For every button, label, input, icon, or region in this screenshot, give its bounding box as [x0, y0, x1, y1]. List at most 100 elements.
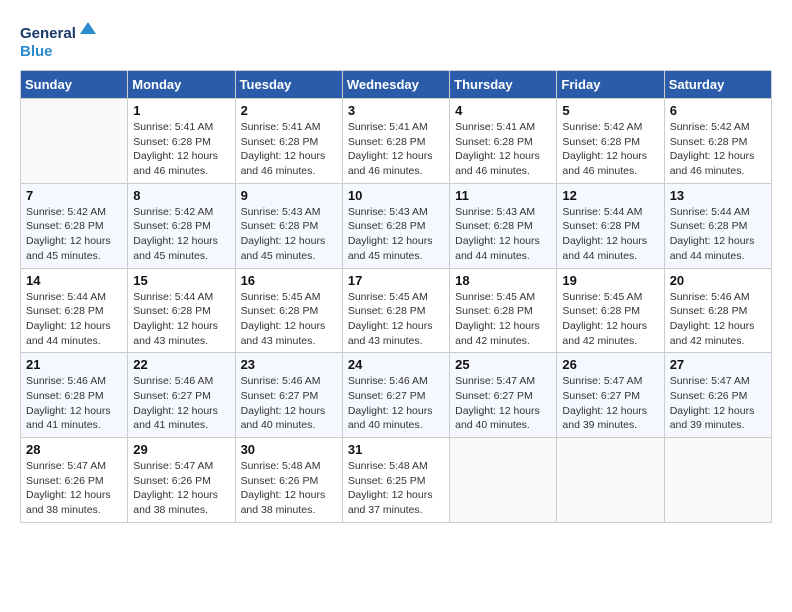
logo: General Blue — [20, 20, 100, 62]
day-info: Sunrise: 5:45 AMSunset: 6:28 PMDaylight:… — [562, 290, 658, 349]
calendar-header-wednesday: Wednesday — [342, 71, 449, 99]
calendar-day-cell: 5 Sunrise: 5:42 AMSunset: 6:28 PMDaylight… — [557, 99, 664, 184]
day-number: 8 — [133, 188, 229, 203]
calendar-week-row: 7 Sunrise: 5:42 AMSunset: 6:28 PMDaylight… — [21, 183, 772, 268]
day-number: 2 — [241, 103, 337, 118]
calendar-day-cell: 29 Sunrise: 5:47 AMSunset: 6:26 PMDayligh… — [128, 438, 235, 523]
calendar-day-cell: 26 Sunrise: 5:47 AMSunset: 6:27 PMDayligh… — [557, 353, 664, 438]
calendar-day-cell: 4Sunrise: 5:41 AMSunset: 6:28 PMDaylight… — [450, 99, 557, 184]
calendar-day-cell: 12 Sunrise: 5:44 AMSunset: 6:28 PMDayligh… — [557, 183, 664, 268]
day-number: 20 — [670, 273, 766, 288]
calendar-day-cell: 3 Sunrise: 5:41 AMSunset: 6:28 PMDaylight… — [342, 99, 449, 184]
day-info: Sunrise: 5:47 AMSunset: 6:26 PMDaylight:… — [133, 459, 229, 518]
day-info: Sunrise: 5:47 AMSunset: 6:26 PMDaylight:… — [670, 374, 766, 433]
day-info: Sunrise: 5:43 AMSunset: 6:28 PMDaylight:… — [241, 205, 337, 264]
day-info: Sunrise: 5:47 AMSunset: 6:26 PMDaylight:… — [26, 459, 122, 518]
day-info: Sunrise: 5:45 AMSunset: 6:28 PMDaylight:… — [241, 290, 337, 349]
day-info: Sunrise: 5:44 AMSunset: 6:28 PMDaylight:… — [562, 205, 658, 264]
calendar-day-cell: 31Sunrise: 5:48 AMSunset: 6:25 PMDayligh… — [342, 438, 449, 523]
day-info: Sunrise: 5:45 AMSunset: 6:28 PMDaylight:… — [348, 290, 444, 349]
day-number: 28 — [26, 442, 122, 457]
calendar-day-cell: 7 Sunrise: 5:42 AMSunset: 6:28 PMDaylight… — [21, 183, 128, 268]
svg-text:Blue: Blue — [20, 43, 53, 60]
day-info: Sunrise: 5:47 AMSunset: 6:27 PMDaylight:… — [562, 374, 658, 433]
day-number: 23 — [241, 357, 337, 372]
day-info: Sunrise: 5:42 AMSunset: 6:28 PMDaylight:… — [562, 120, 658, 179]
day-number: 3 — [348, 103, 444, 118]
day-info: Sunrise: 5:46 AMSunset: 6:27 PMDaylight:… — [133, 374, 229, 433]
day-number: 13 — [670, 188, 766, 203]
calendar-day-cell: 11 Sunrise: 5:43 AMSunset: 6:28 PMDayligh… — [450, 183, 557, 268]
calendar-day-cell: 18Sunrise: 5:45 AMSunset: 6:28 PMDayligh… — [450, 268, 557, 353]
day-number: 11 — [455, 188, 551, 203]
calendar-day-cell: 8 Sunrise: 5:42 AMSunset: 6:28 PMDaylight… — [128, 183, 235, 268]
calendar-day-cell: 10Sunrise: 5:43 AMSunset: 6:28 PMDayligh… — [342, 183, 449, 268]
calendar-day-cell: 17 Sunrise: 5:45 AMSunset: 6:28 PMDayligh… — [342, 268, 449, 353]
calendar-day-cell: 13Sunrise: 5:44 AMSunset: 6:28 PMDayligh… — [664, 183, 771, 268]
svg-text:General: General — [20, 25, 76, 42]
calendar-day-cell: 27 Sunrise: 5:47 AMSunset: 6:26 PMDayligh… — [664, 353, 771, 438]
calendar-day-cell — [664, 438, 771, 523]
calendar-header-tuesday: Tuesday — [235, 71, 342, 99]
calendar-day-cell: 24 Sunrise: 5:46 AMSunset: 6:27 PMDayligh… — [342, 353, 449, 438]
calendar-day-cell: 25Sunrise: 5:47 AMSunset: 6:27 PMDayligh… — [450, 353, 557, 438]
day-info: Sunrise: 5:46 AMSunset: 6:28 PMDaylight:… — [670, 290, 766, 349]
calendar-header-row: SundayMondayTuesdayWednesdayThursdayFrid… — [21, 71, 772, 99]
day-number: 18 — [455, 273, 551, 288]
day-number: 24 — [348, 357, 444, 372]
day-number: 14 — [26, 273, 122, 288]
day-number: 27 — [670, 357, 766, 372]
page-header: General Blue — [20, 20, 772, 62]
day-info: Sunrise: 5:47 AMSunset: 6:27 PMDaylight:… — [455, 374, 551, 433]
day-info: Sunrise: 5:41 AMSunset: 6:28 PMDaylight:… — [133, 120, 229, 179]
calendar-day-cell: 20 Sunrise: 5:46 AMSunset: 6:28 PMDayligh… — [664, 268, 771, 353]
day-number: 15 — [133, 273, 229, 288]
day-info: Sunrise: 5:41 AMSunset: 6:28 PMDaylight:… — [241, 120, 337, 179]
day-info: Sunrise: 5:42 AMSunset: 6:28 PMDaylight:… — [133, 205, 229, 264]
logo-icon: General Blue — [20, 20, 100, 62]
calendar-day-cell: 14 Sunrise: 5:44 AMSunset: 6:28 PMDayligh… — [21, 268, 128, 353]
day-info: Sunrise: 5:46 AMSunset: 6:27 PMDaylight:… — [241, 374, 337, 433]
calendar-day-cell: 1 Sunrise: 5:41 AMSunset: 6:28 PMDaylight… — [128, 99, 235, 184]
day-number: 26 — [562, 357, 658, 372]
day-number: 29 — [133, 442, 229, 457]
day-info: Sunrise: 5:43 AMSunset: 6:28 PMDaylight:… — [455, 205, 551, 264]
day-number: 4 — [455, 103, 551, 118]
calendar-week-row: 14 Sunrise: 5:44 AMSunset: 6:28 PMDayligh… — [21, 268, 772, 353]
day-number: 17 — [348, 273, 444, 288]
day-number: 5 — [562, 103, 658, 118]
calendar-day-cell: 22 Sunrise: 5:46 AMSunset: 6:27 PMDayligh… — [128, 353, 235, 438]
day-info: Sunrise: 5:46 AMSunset: 6:28 PMDaylight:… — [26, 374, 122, 433]
day-number: 9 — [241, 188, 337, 203]
calendar-day-cell — [450, 438, 557, 523]
calendar-day-cell: 6Sunrise: 5:42 AMSunset: 6:28 PMDaylight… — [664, 99, 771, 184]
calendar-week-row: 1 Sunrise: 5:41 AMSunset: 6:28 PMDaylight… — [21, 99, 772, 184]
day-number: 22 — [133, 357, 229, 372]
calendar-header-sunday: Sunday — [21, 71, 128, 99]
day-info: Sunrise: 5:48 AMSunset: 6:26 PMDaylight:… — [241, 459, 337, 518]
day-info: Sunrise: 5:44 AMSunset: 6:28 PMDaylight:… — [26, 290, 122, 349]
calendar-day-cell: 15 Sunrise: 5:44 AMSunset: 6:28 PMDayligh… — [128, 268, 235, 353]
day-number: 16 — [241, 273, 337, 288]
day-info: Sunrise: 5:43 AMSunset: 6:28 PMDaylight:… — [348, 205, 444, 264]
calendar-header-monday: Monday — [128, 71, 235, 99]
day-info: Sunrise: 5:41 AMSunset: 6:28 PMDaylight:… — [348, 120, 444, 179]
day-info: Sunrise: 5:48 AMSunset: 6:25 PMDaylight:… — [348, 459, 444, 518]
calendar-day-cell: 19Sunrise: 5:45 AMSunset: 6:28 PMDayligh… — [557, 268, 664, 353]
calendar-day-cell — [21, 99, 128, 184]
calendar-day-cell: 2 Sunrise: 5:41 AMSunset: 6:28 PMDaylight… — [235, 99, 342, 184]
calendar-table: SundayMondayTuesdayWednesdayThursdayFrid… — [20, 70, 772, 523]
day-number: 7 — [26, 188, 122, 203]
calendar-day-cell: 16 Sunrise: 5:45 AMSunset: 6:28 PMDayligh… — [235, 268, 342, 353]
calendar-day-cell: 9 Sunrise: 5:43 AMSunset: 6:28 PMDaylight… — [235, 183, 342, 268]
calendar-day-cell: 21 Sunrise: 5:46 AMSunset: 6:28 PMDayligh… — [21, 353, 128, 438]
calendar-week-row: 28 Sunrise: 5:47 AMSunset: 6:26 PMDayligh… — [21, 438, 772, 523]
day-number: 21 — [26, 357, 122, 372]
calendar-day-cell: 30Sunrise: 5:48 AMSunset: 6:26 PMDayligh… — [235, 438, 342, 523]
day-number: 1 — [133, 103, 229, 118]
day-info: Sunrise: 5:42 AMSunset: 6:28 PMDaylight:… — [26, 205, 122, 264]
calendar-header-saturday: Saturday — [664, 71, 771, 99]
day-info: Sunrise: 5:44 AMSunset: 6:28 PMDaylight:… — [133, 290, 229, 349]
day-number: 12 — [562, 188, 658, 203]
day-info: Sunrise: 5:46 AMSunset: 6:27 PMDaylight:… — [348, 374, 444, 433]
